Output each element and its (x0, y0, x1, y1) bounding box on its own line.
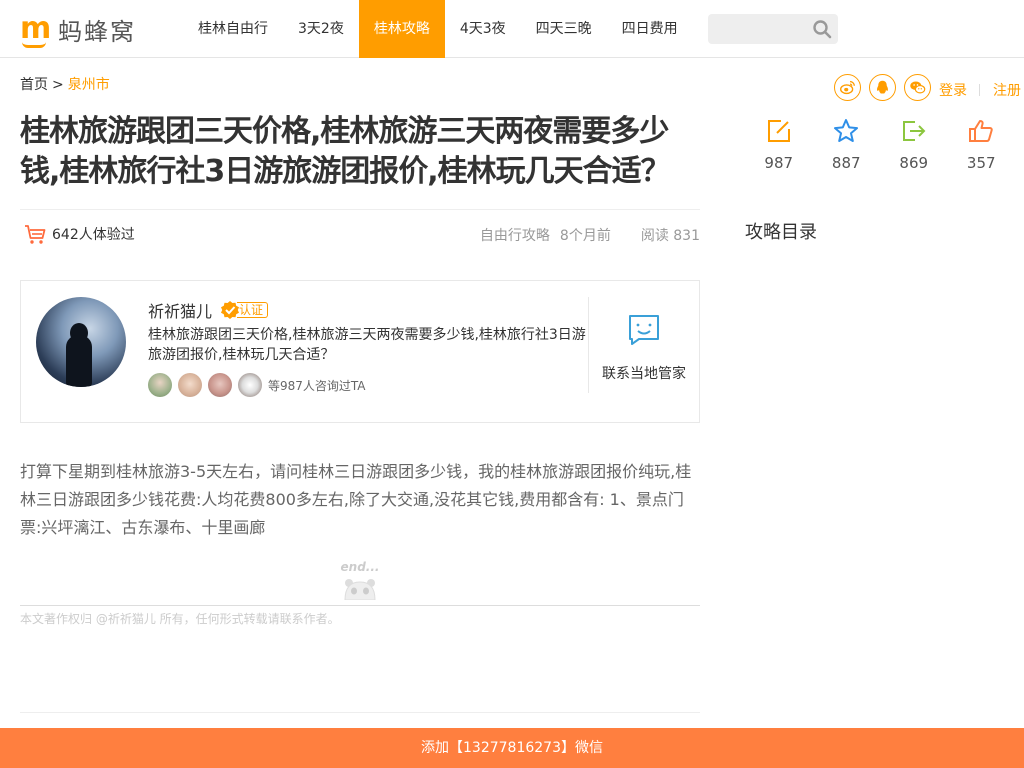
divider (20, 605, 700, 606)
verified-label: 认证 (237, 302, 269, 318)
author-description: 桂林旅游跟团三天价格,桂林旅游三天两夜需要多少钱,桂林旅行社3日游旅游团报价,桂… (148, 327, 586, 363)
edit-icon (767, 120, 790, 142)
breadcrumb-home[interactable]: 首页 (20, 77, 48, 93)
stat-edit-count: 987 (764, 154, 794, 172)
author-name[interactable]: 祈祈猫儿 (148, 298, 212, 322)
qq-icon (877, 80, 888, 94)
weibo-icon (840, 80, 855, 95)
panda-icon (344, 579, 376, 600)
author-card: 祈祈猫儿 认证 桂林旅游跟团三天价格,桂林旅游三天两夜需要多少钱,桂林旅行社3日… (20, 280, 700, 423)
share-bar (834, 74, 931, 101)
wechat-add-banner[interactable]: 添加【13277816273】微信 (0, 728, 1024, 768)
stat-edit[interactable]: 987 (745, 118, 813, 172)
logo-text: 蚂蜂窝 (58, 17, 136, 46)
contact-label: 联系当地管家 (602, 366, 686, 382)
stat-star-count: 887 (831, 154, 861, 172)
breadcrumb-separator: > (52, 77, 64, 93)
article-reads: 阅读 831 (640, 228, 700, 244)
article-body: 打算下星期到桂林旅游3-5天左右，请问桂林三日游跟团多少钱，我的桂林旅游跟团报价… (20, 462, 692, 537)
nav-item-guilin-free[interactable]: 桂林自由行 (183, 0, 283, 58)
page-title: 桂林旅游跟团三天价格,桂林旅游三天两夜需要多少钱,桂林旅行社3日游旅游团报价,桂… (20, 114, 671, 189)
login-link[interactable]: 登录 (939, 80, 967, 100)
register-link[interactable]: 注册 (993, 80, 1021, 100)
divider (979, 84, 980, 96)
breadcrumb-city[interactable]: 泉州市 (68, 77, 110, 93)
nav-item-3d2n[interactable]: 3天2夜 (283, 0, 359, 58)
qq-share-button[interactable] (869, 74, 896, 101)
experienced-text: 642人体验过 (52, 227, 135, 243)
weibo-share-button[interactable] (834, 74, 861, 101)
end-mark: end... (338, 560, 382, 606)
end-text: end... (340, 560, 380, 574)
avatar[interactable] (238, 373, 262, 397)
avatar[interactable] (148, 373, 172, 397)
thumb-up-icon (969, 120, 993, 142)
search-input[interactable] (708, 14, 808, 44)
article-time: 8个月前 (559, 228, 611, 244)
nav-item-guilin-guide[interactable]: 桂林攻略 (358, 0, 445, 58)
logo-m-icon: m (20, 11, 52, 48)
consult-count: 等987人咨询过TA (268, 378, 366, 393)
stat-like[interactable]: 357 (948, 118, 1016, 172)
contact-button[interactable]: 联系当地管家 (601, 313, 687, 383)
star-icon (834, 119, 859, 142)
search-icon[interactable] (812, 19, 832, 39)
wechat-icon (910, 81, 926, 94)
main-nav: 桂林自由行 3天2夜 桂林攻略 4天3夜 四天三晚 四日费用 (183, 0, 693, 58)
nav-item-4d3n[interactable]: 4天3夜 (445, 0, 521, 58)
cart-icon (25, 225, 46, 244)
avatar[interactable] (36, 297, 126, 387)
divider (588, 297, 589, 393)
article-meta: 642人体验过 自由行攻略 8个月前 阅读 831 (20, 209, 700, 257)
chat-icon (629, 315, 659, 345)
site-logo[interactable]: m 蚂蜂窝 (20, 11, 136, 48)
nav-item-4days-3nights[interactable]: 四天三晚 (521, 0, 607, 58)
account-links: 登录 注册 (939, 80, 1021, 100)
stat-like-count: 357 (966, 154, 996, 172)
stat-share[interactable]: 869 (880, 118, 948, 172)
nav-item-4day-cost[interactable]: 四日费用 (607, 0, 693, 58)
search-box (708, 14, 838, 44)
stat-star[interactable]: 887 (813, 118, 881, 172)
avatar[interactable] (178, 373, 202, 397)
copyright-notice: 本文著作权归 @祈祈猫儿 所有，任何形式转载请联系作者。 (20, 612, 340, 626)
article-info: 自由行攻略 8个月前 阅读 831 (470, 225, 700, 245)
toc-title: 攻略目录 (745, 222, 817, 243)
breadcrumb: 首页 > 泉州市 (20, 74, 110, 94)
verified-badge: 认证 (220, 300, 269, 320)
top-header: m 蚂蜂窝 桂林自由行 3天2夜 桂林攻略 4天3夜 四天三晚 四日费用 (0, 0, 1024, 58)
consultants: 等987人咨询过TA (148, 373, 366, 397)
stat-share-count: 869 (899, 154, 929, 172)
article-stats: 987 887 869 357 (745, 118, 1015, 172)
share-out-icon (902, 121, 926, 141)
author-info: 祈祈猫儿 认证 (148, 298, 269, 322)
avatar[interactable] (208, 373, 232, 397)
wechat-share-button[interactable] (904, 74, 931, 101)
divider (20, 712, 700, 713)
experienced-count: 642人体验过 (24, 223, 135, 245)
article-category[interactable]: 自由行攻略 (480, 225, 550, 245)
